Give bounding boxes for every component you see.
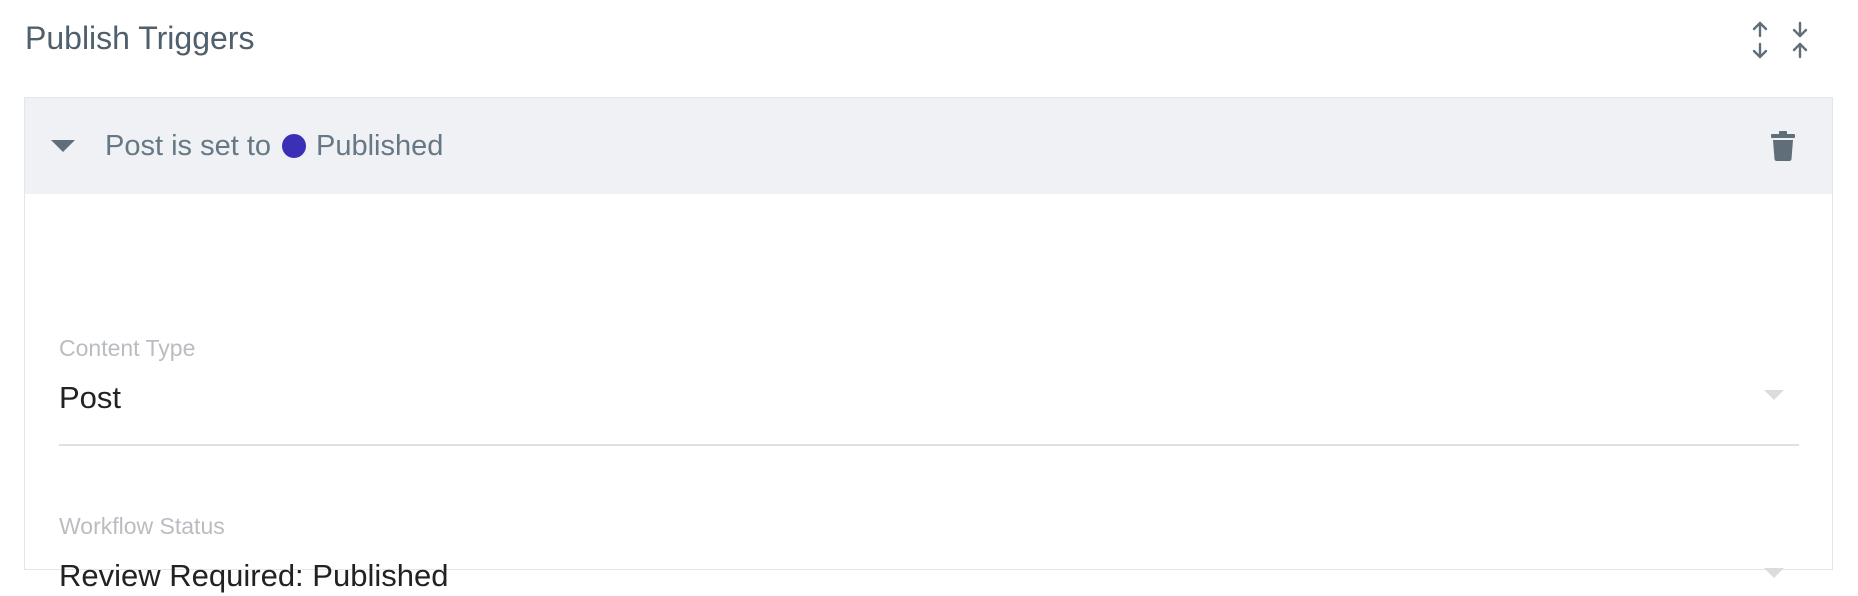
collapse-all-button[interactable]	[1787, 18, 1813, 62]
field-underline	[59, 444, 1799, 446]
caret-down-icon	[51, 140, 75, 152]
content-type-label: Content Type	[59, 335, 196, 361]
header-actions	[1747, 18, 1813, 62]
section-title: Publish Triggers	[25, 20, 255, 56]
content-type-select[interactable]: Content Type Post	[59, 334, 1799, 446]
trigger-panel: Post is set to Published Content Type Po…	[24, 97, 1833, 593]
workflow-status-value: Review Required: Published	[59, 558, 449, 593]
dropdown-arrow-icon	[1764, 390, 1784, 400]
expand-all-button[interactable]	[1747, 18, 1773, 62]
collapse-toggle[interactable]	[47, 130, 79, 162]
trigger-status-label: Published	[316, 129, 444, 162]
trigger-summary: Post is set to Published	[105, 126, 443, 166]
trigger-header[interactable]: Post is set to Published	[25, 98, 1832, 194]
content-type-value: Post	[59, 380, 122, 415]
collapse-vertical-icon	[1792, 21, 1808, 59]
expand-vertical-icon	[1752, 21, 1768, 59]
publish-triggers-page: Publish Triggers Post is set to Publishe…	[0, 0, 1858, 596]
workflow-status-select[interactable]: Workflow Status Review Required: Publish…	[59, 512, 1799, 596]
status-dot	[282, 134, 307, 158]
dropdown-arrow-icon	[1764, 568, 1784, 578]
trash-icon	[1771, 131, 1795, 161]
workflow-status-label: Workflow Status	[59, 513, 225, 539]
trigger-summary-prefix: Post is set to	[105, 129, 272, 162]
delete-trigger-button[interactable]	[1766, 128, 1800, 164]
